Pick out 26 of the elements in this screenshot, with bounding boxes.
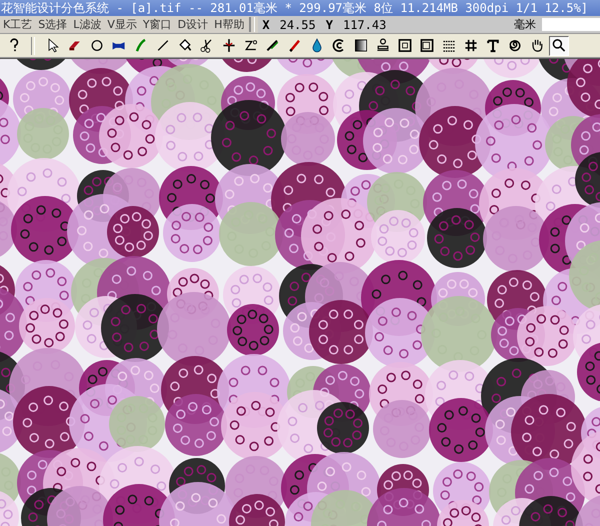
menu-item[interactable]: Y窗口 bbox=[140, 17, 175, 32]
crosshair-icon bbox=[221, 37, 237, 54]
text-tool-icon bbox=[485, 37, 501, 54]
y-value: 117.43 bbox=[342, 18, 388, 32]
menu-item[interactable]: L滤波 bbox=[70, 17, 104, 32]
window-title: 花智能设计分色系统 - [a].tif -- 281.01毫米 * 299.97毫米 8位 11.214MB 300dpi 1/1 12.5%] bbox=[0, 0, 600, 16]
search-icon bbox=[551, 37, 567, 54]
search-tool-button[interactable] bbox=[549, 36, 569, 56]
unit-label: 毫米 bbox=[514, 17, 537, 32]
y-label: Y bbox=[324, 18, 334, 32]
circle-icon bbox=[89, 37, 105, 54]
x-value: 24.55 bbox=[278, 18, 317, 32]
spiral-icon bbox=[507, 37, 523, 54]
unit-field bbox=[542, 18, 600, 31]
window-icon bbox=[419, 37, 435, 54]
menu-item[interactable]: D设计 bbox=[174, 17, 212, 32]
menu-item[interactable]: K工艺 bbox=[0, 17, 36, 32]
frame-icon bbox=[397, 37, 413, 54]
x-label: X bbox=[261, 18, 271, 32]
gradient-icon bbox=[353, 37, 369, 54]
stamp-icon bbox=[375, 37, 391, 54]
menu-item[interactable]: H帮助 bbox=[211, 17, 248, 32]
menu-item[interactable]: V显示 bbox=[104, 17, 140, 32]
knife-icon bbox=[265, 37, 281, 54]
grid-icon bbox=[463, 37, 479, 54]
menu-item[interactable]: S选择 bbox=[35, 17, 70, 32]
